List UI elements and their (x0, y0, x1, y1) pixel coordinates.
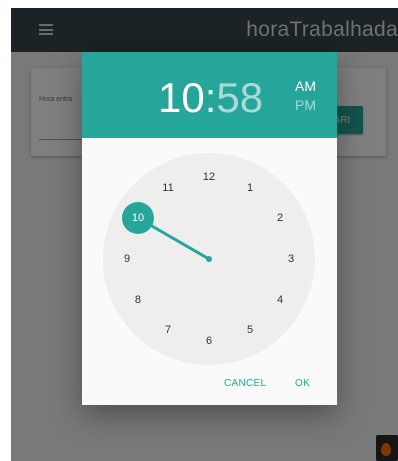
hour-number-9[interactable]: 9 (116, 251, 138, 267)
hour-number-4[interactable]: 4 (269, 292, 291, 308)
clock-dial[interactable]: 12 1 2 3 4 5 6 7 8 9 10 11 (103, 153, 315, 365)
time-picker-header: 10:58 AM PM (82, 52, 337, 138)
hour-number-8[interactable]: 8 (127, 292, 149, 308)
hour-number-6[interactable]: 6 (198, 333, 220, 349)
clock-center-dot (206, 256, 212, 262)
time-display: 10:58 (158, 76, 263, 120)
pm-toggle[interactable]: PM (295, 96, 325, 115)
am-pm-toggle: AM PM (295, 77, 325, 115)
hour-number-2[interactable]: 2 (269, 210, 291, 226)
hour-number-11[interactable]: 11 (157, 180, 179, 196)
hour-number-12[interactable]: 12 (198, 169, 220, 185)
hour-number-5[interactable]: 5 (239, 322, 261, 338)
minutes-display[interactable]: 58 (216, 74, 263, 121)
time-separator: : (204, 74, 217, 121)
dialog-actions: CANCEL OK (82, 367, 337, 405)
hour-number-7[interactable]: 7 (157, 322, 179, 338)
hour-number-3[interactable]: 3 (280, 251, 302, 267)
hour-number-1[interactable]: 1 (239, 180, 261, 196)
hours-display[interactable]: 10 (158, 74, 205, 121)
am-toggle[interactable]: AM (295, 77, 325, 96)
ok-button[interactable]: OK (295, 378, 310, 389)
cancel-button[interactable]: CANCEL (224, 378, 266, 389)
time-picker-dialog: 10:58 AM PM 12 1 2 3 4 5 6 7 8 9 10 11 CANCEL OK (82, 52, 337, 405)
hour-number-10[interactable]: 10 (127, 210, 149, 226)
